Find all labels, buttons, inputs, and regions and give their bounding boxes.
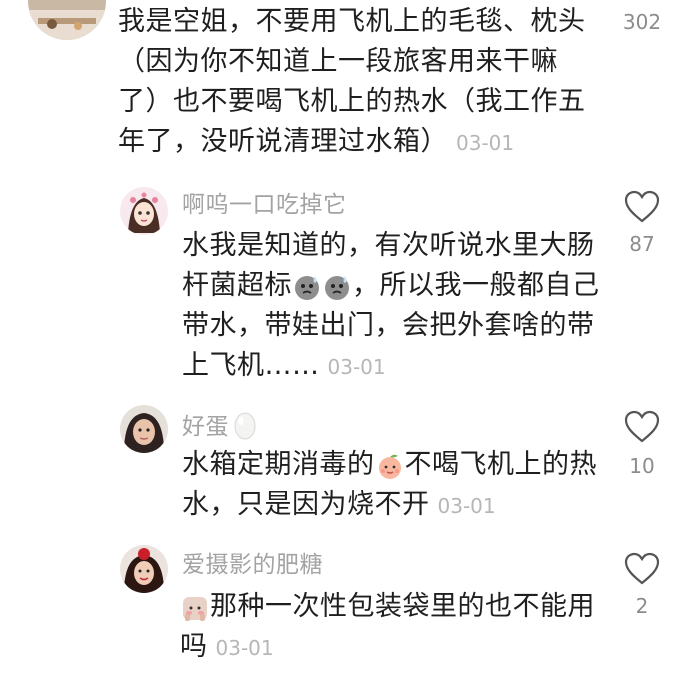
main-comment-line-text: 年了，没听说清理过水箱） xyxy=(118,126,448,157)
reply-3-line-text: 吗 xyxy=(180,631,208,662)
reply-1-line-text: ，所以我一般都自己 xyxy=(352,270,600,301)
reply-2-avatar[interactable] xyxy=(120,405,168,453)
egg-emoji-icon xyxy=(234,412,256,440)
reply-1-like-heart-icon[interactable] xyxy=(624,190,660,223)
reply-2-date: 03-01 xyxy=(437,494,496,518)
reply-1-line: 带水，带娃出门，会把外套啥的带 xyxy=(182,310,595,341)
reply-3-line: 吗 03-01 xyxy=(180,627,600,668)
reply-1-author[interactable]: 啊呜一口吃掉它 xyxy=(182,190,347,220)
reply-2-like-count: 10 xyxy=(629,454,655,478)
reply-2-text: 水箱定期消毒的 不喝飞机上的热 水，只是因为烧不开 03-01 xyxy=(182,445,602,526)
main-comment-text: 我是空姐，不要用飞机上的毛毯、枕头 （因为你不知道上一段旅客用来干嘛 了）也不要… xyxy=(118,2,598,163)
main-comment-line: 了）也不要喝飞机上的热水（我工作五 xyxy=(118,86,586,117)
reply-1-text: 水我是知道的，有次听说水里大肠 杆菌超标 ，所以我一般都自己 带水，带娃出门，会把… xyxy=(182,226,602,387)
reply-2-line: 水箱定期消毒的 不喝飞机上的热 xyxy=(182,445,602,485)
reply-1-line-text: 杆菌超标 xyxy=(182,270,292,301)
main-comment-line: （因为你不知道上一段旅客用来干嘛 xyxy=(118,46,558,77)
reply-2-author[interactable]: 好蛋 xyxy=(182,414,229,440)
reply-1-date: 03-01 xyxy=(327,355,386,379)
main-comment-like-count: 302 xyxy=(622,10,662,34)
reply-2-line-text: 水箱定期消毒的 xyxy=(182,449,375,480)
reply-2-author-row: 好蛋 xyxy=(182,410,258,442)
sweat-face-emoji-icon xyxy=(295,276,319,300)
sweat-face-emoji-icon xyxy=(325,276,349,300)
reply-1-avatar[interactable] xyxy=(120,187,168,235)
reply-2-line: 水，只是因为烧不开 03-01 xyxy=(182,485,602,526)
reply-3-author[interactable]: 爱摄影的肥糖 xyxy=(182,550,323,580)
reply-2-line-text: 水，只是因为烧不开 xyxy=(182,489,430,520)
reply-3-date: 03-01 xyxy=(215,636,274,660)
main-comment-line: 年了，没听说清理过水箱） 03-01 xyxy=(118,122,598,163)
main-comment-date: 03-01 xyxy=(456,131,515,155)
reply-1-line: 上飞机…… 03-01 xyxy=(182,346,602,387)
reply-1-line: 水我是知道的，有次听说水里大肠 xyxy=(182,230,595,261)
reply-3-text: 那种一次性包装袋里的也不能用 吗 03-01 xyxy=(180,587,600,668)
main-comment-line: 我是空姐，不要用飞机上的毛毯、枕头 xyxy=(118,6,586,37)
main-comment-avatar[interactable] xyxy=(28,0,106,40)
reply-1-like-count: 87 xyxy=(629,232,655,256)
reply-3-line: 那种一次性包装袋里的也不能用 xyxy=(180,587,600,627)
reply-3-line-text: 那种一次性包装袋里的也不能用 xyxy=(210,591,595,622)
peach-face-emoji-icon xyxy=(378,454,401,479)
reply-1-line: 杆菌超标 ，所以我一般都自己 xyxy=(182,266,602,306)
reply-3-avatar[interactable] xyxy=(120,545,168,593)
reply-1-line-text: 上飞机…… xyxy=(182,350,320,381)
reply-3-like-heart-icon[interactable] xyxy=(624,552,660,585)
reply-2-line-text: 不喝飞机上的热 xyxy=(404,449,597,480)
reply-2-like-heart-icon[interactable] xyxy=(624,410,660,443)
reply-3-like-count: 2 xyxy=(635,594,649,618)
shy-face-emoji-icon xyxy=(183,597,207,621)
